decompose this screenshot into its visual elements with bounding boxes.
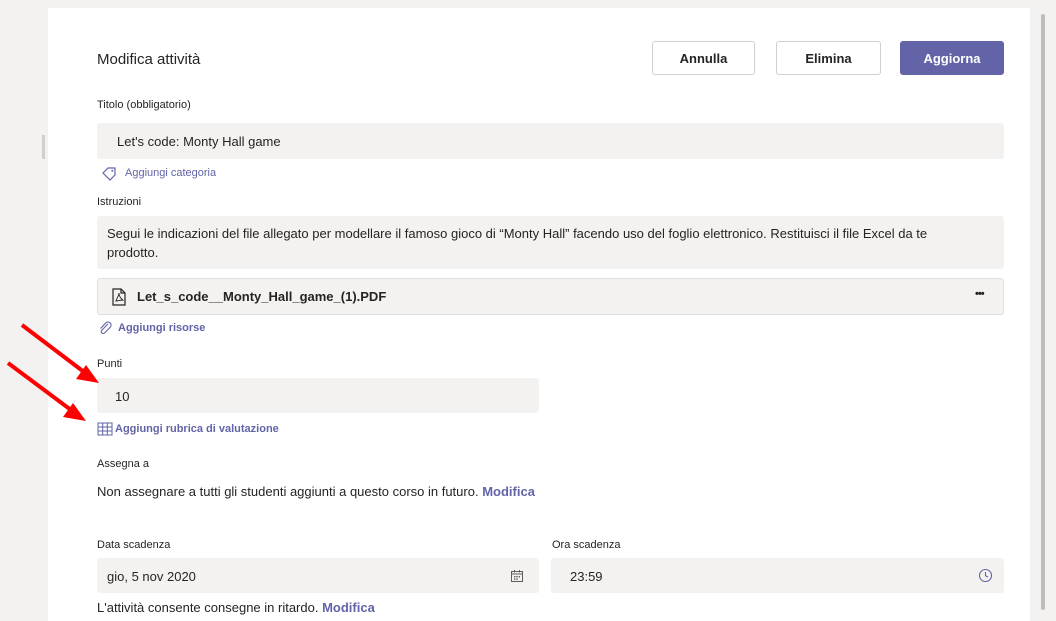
annotation-arrows — [6, 323, 99, 421]
red-arrow-to-points — [20, 323, 99, 383]
red-arrow-to-rubric — [6, 361, 86, 421]
